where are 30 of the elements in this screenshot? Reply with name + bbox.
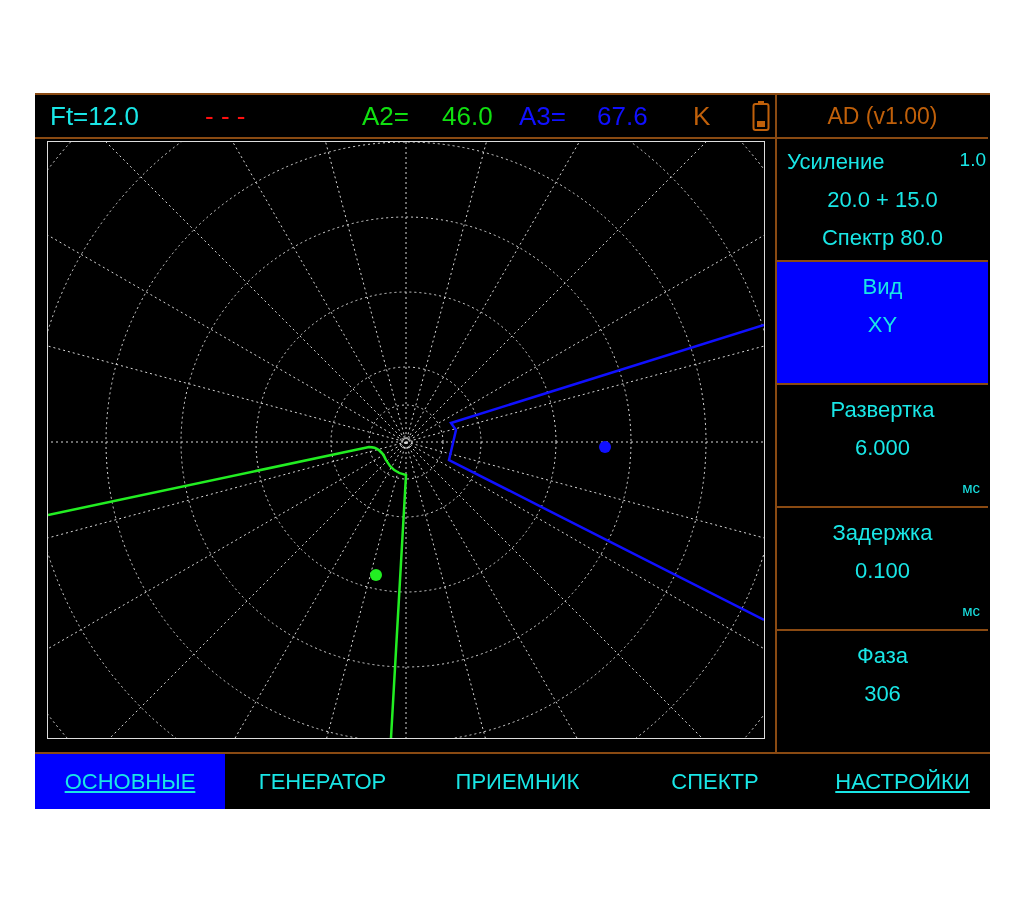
setting-value: 20.0 + 15.0 xyxy=(827,187,938,213)
setting-label: Развертка xyxy=(830,397,935,423)
tab[interactable]: СПЕКТР xyxy=(615,754,815,809)
status-reading: 46.0 xyxy=(442,101,493,132)
tab[interactable]: НАСТРОЙКИ xyxy=(815,754,990,809)
setting-label: Вид xyxy=(862,274,903,300)
setting-label: Задержка xyxy=(832,520,933,546)
step-value: 1.0 xyxy=(959,149,986,172)
status-reading: - - - xyxy=(205,101,246,132)
battery-icon xyxy=(752,100,770,132)
status-reading: A2= xyxy=(362,101,409,132)
setting-value: 306 xyxy=(864,681,901,707)
setting-label: Усиление xyxy=(787,149,885,175)
setting-value: Спектр 80.0 xyxy=(821,225,944,251)
status-reading: Ft=12.0 xyxy=(50,101,139,132)
signal-point xyxy=(370,569,382,581)
tab[interactable]: ОСНОВНЫЕ xyxy=(35,754,225,809)
setting-label: Фаза xyxy=(856,643,908,669)
tab[interactable]: ГЕНЕРАТОР xyxy=(225,754,420,809)
setting-value: 0.100 xyxy=(854,558,911,584)
status-reading: K xyxy=(693,101,711,132)
tab[interactable]: ПРИЕМНИК xyxy=(420,754,615,809)
status-reading: 67.6 xyxy=(597,101,648,132)
menu-item[interactable]: Вид XY xyxy=(777,262,988,385)
setting-value: XY xyxy=(867,312,898,338)
signal-point xyxy=(599,441,611,453)
status-reading: A3= xyxy=(519,101,566,132)
unit-label: мс xyxy=(962,602,980,619)
setting-value: 6.000 xyxy=(854,435,911,461)
unit-label: мс xyxy=(962,479,980,496)
